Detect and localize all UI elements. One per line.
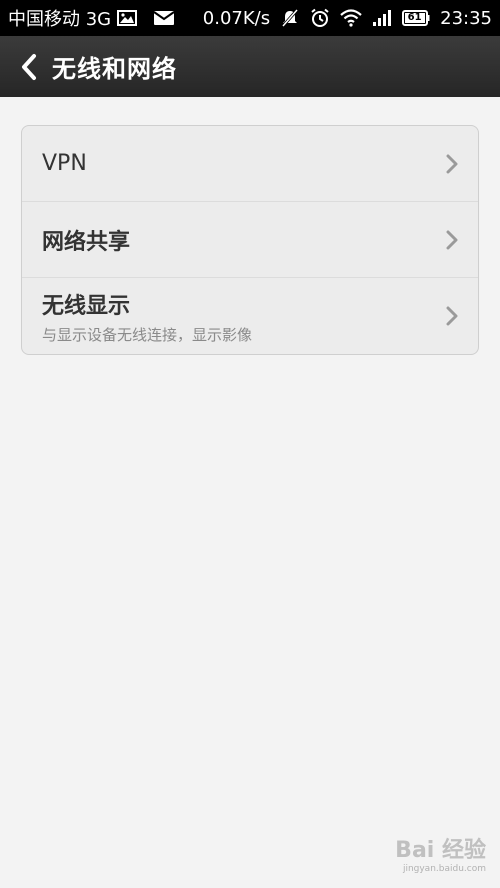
settings-item-subtitle: 与显示设备无线连接，显示影像: [42, 325, 253, 344]
clock: 23:35: [440, 7, 492, 29]
chevron-right-icon: [446, 154, 458, 174]
page-title: 无线和网络: [52, 55, 177, 83]
watermark-url: jingyan.baidu.com: [402, 864, 486, 874]
back-button[interactable]: [0, 36, 52, 97]
carrier-label: 中国移动 3G: [8, 9, 112, 30]
battery-level: 61: [407, 12, 422, 23]
chevron-right-icon: [446, 230, 458, 250]
baidu-watermark: Bai 经验 jingyan.baidu.com: [395, 832, 486, 874]
settings-item-title: VPN: [42, 151, 87, 176]
wifi-icon: [340, 9, 362, 27]
chevron-right-icon: [446, 306, 458, 326]
mail-icon: [153, 10, 175, 26]
signal-icon: [372, 9, 392, 27]
mute-icon: [280, 8, 300, 28]
settings-card: VPN 网络共享 无线显示 与显示设备无线连接，显示影像: [21, 125, 479, 355]
image-icon: [117, 10, 138, 26]
settings-item-title: 网络共享: [42, 229, 131, 255]
status-bar: 中国移动 3G 0.07K/s 61 23:35: [0, 0, 500, 36]
settings-item-title: 无线显示: [42, 293, 131, 319]
title-bar: 无线和网络: [0, 36, 500, 97]
battery-icon: 61: [402, 10, 430, 26]
settings-item-wireless-display[interactable]: 无线显示 与显示设备无线连接，显示影像: [22, 278, 478, 354]
settings-item-tethering[interactable]: 网络共享: [22, 202, 478, 278]
watermark-logo: Bai 经验: [395, 838, 486, 863]
status-right: 0.07K/s 61 23:35: [203, 8, 492, 29]
alarm-icon: [310, 8, 330, 28]
back-arrow-icon: [20, 53, 38, 81]
network-speed: 0.07K/s: [202, 7, 271, 29]
status-left: 中国移动 3G: [8, 5, 175, 31]
settings-item-vpn[interactable]: VPN: [22, 126, 478, 202]
